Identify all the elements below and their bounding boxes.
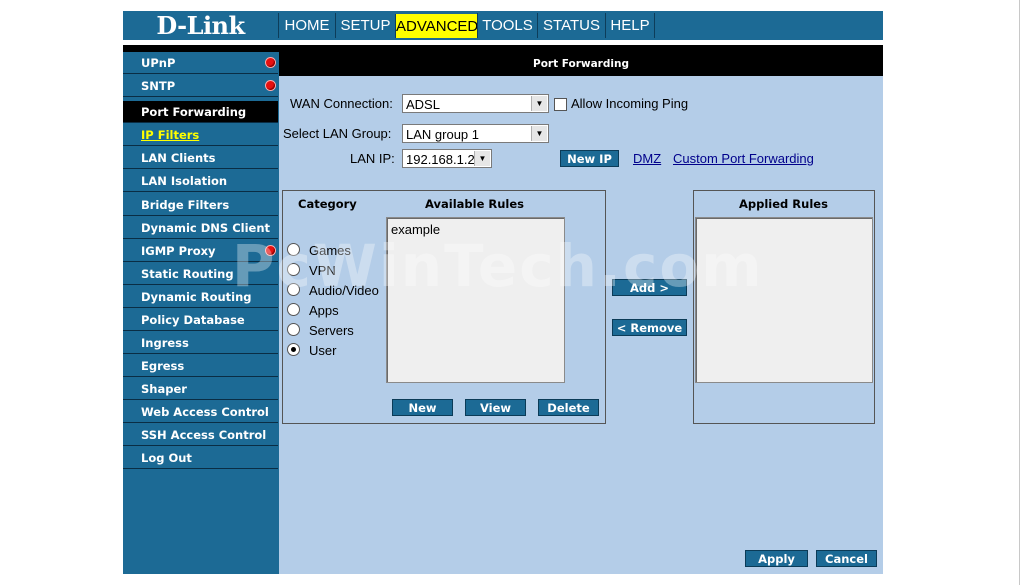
applied-rules-list[interactable] [695,217,873,383]
sidebar-item-ingress[interactable]: Ingress [123,332,278,354]
sidebar-item-label: UPnP [141,56,176,70]
radio-label-games: Games [309,243,351,258]
radio-label-user: User [309,343,337,358]
sidebar-item-static-routing[interactable]: Static Routing [123,263,278,285]
available-rules-header: Available Rules [425,197,524,211]
sidebar-item-sntp[interactable]: SNTP [123,75,278,97]
lan-ip-value: 192.168.1.2 [406,152,475,167]
sidebar-item-lan-clients[interactable]: LAN Clients [123,147,278,169]
radio-servers[interactable] [287,323,300,336]
sidebar-item-label: Log Out [141,451,192,465]
category-header: Category [298,197,357,211]
sidebar-item-port-forwarding[interactable]: Port Forwarding [123,101,278,123]
radio-label-vpn: VPN [309,263,336,278]
chevron-down-icon: ▼ [531,126,547,141]
sidebar-item-label: SNTP [141,79,176,93]
sidebar-item-igmp-proxy[interactable]: IGMP Proxy [123,240,278,262]
sidebar-item-label: Bridge Filters [141,198,230,212]
custom-port-forwarding-link[interactable]: Custom Port Forwarding [673,151,814,166]
lan-group-value: LAN group 1 [406,127,479,142]
dlink-logo: D-Link [123,11,278,40]
lan-ip-label: LAN IP: [350,151,395,166]
sidebar-item-upnp[interactable]: UPnP [123,52,278,74]
apply-button[interactable]: Apply [745,550,808,567]
page-title: Port Forwarding [279,52,883,76]
radio-label-apps: Apps [309,303,339,318]
sidebar-item-lan-isolation[interactable]: LAN Isolation [123,170,278,192]
sidebar-item-log-out[interactable]: Log Out [123,447,278,469]
sidebar-item-label: LAN Clients [141,151,216,165]
wan-connection-value: ADSL [406,97,440,112]
header-bar [123,45,883,52]
sidebar-item-dynamic-dns-client[interactable]: Dynamic DNS Client [123,217,278,239]
sidebar-item-label: Shaper [141,382,187,396]
sidebar-item-label: IGMP Proxy [141,244,216,258]
sidebar-item-bridge-filters[interactable]: Bridge Filters [123,194,278,216]
sidebar: UPnP SNTP Port Forwarding IP Filters LAN… [123,52,279,574]
remove-rule-button[interactable]: < Remove [612,319,687,336]
sidebar-item-label: LAN Isolation [141,174,228,188]
sidebar-item-shaper[interactable]: Shaper [123,378,278,400]
sidebar-item-label: Web Access Control [141,405,269,419]
chevron-down-icon: ▼ [531,96,547,111]
radio-vpn[interactable] [287,263,300,276]
view-rule-button[interactable]: View [465,399,526,416]
sidebar-item-dynamic-routing[interactable]: Dynamic Routing [123,286,278,308]
nav-tab-setup[interactable]: SETUP [335,13,395,38]
nav-tab-home[interactable]: HOME [278,13,335,38]
sidebar-item-label: Dynamic Routing [141,290,252,304]
top-nav: HOME SETUP ADVANCED TOOLS STATUS HELP [278,11,883,40]
lan-ip-select[interactable]: 192.168.1.2 ▼ [402,149,492,168]
add-rule-button[interactable]: Add > [612,279,687,296]
sidebar-item-label: IP Filters [141,128,200,142]
nav-tab-help[interactable]: HELP [605,13,655,38]
sidebar-item-ip-filters[interactable]: IP Filters [123,124,278,146]
wan-connection-label: WAN Connection: [290,96,393,111]
lan-group-select[interactable]: LAN group 1 ▼ [402,124,549,143]
sidebar-item-label: Ingress [141,336,189,350]
nav-tab-tools[interactable]: TOOLS [477,13,537,38]
status-dot-icon [266,58,275,67]
available-rules-list[interactable]: example [386,217,565,383]
allow-ping-label: Allow Incoming Ping [571,96,689,111]
dmz-link[interactable]: DMZ [633,151,661,166]
sidebar-item-label: Port Forwarding [141,105,247,119]
radio-label-servers: Servers [309,323,354,338]
window-edge [1019,0,1020,585]
delete-rule-button[interactable]: Delete [538,399,599,416]
sidebar-item-ssh-access-control[interactable]: SSH Access Control [123,424,278,446]
sidebar-item-label: SSH Access Control [141,428,267,442]
lan-group-label: Select LAN Group: [283,126,392,141]
radio-audio-video[interactable] [287,283,300,296]
sidebar-item-web-access-control[interactable]: Web Access Control [123,401,278,423]
wan-connection-select[interactable]: ADSL ▼ [402,94,549,113]
radio-label-audio-video: Audio/Video [309,283,379,298]
cancel-button[interactable]: Cancel [816,550,877,567]
list-item[interactable]: example [391,222,440,237]
sidebar-item-label: Policy Database [141,313,245,327]
sidebar-item-label: Egress [141,359,185,373]
nav-tab-advanced[interactable]: ADVANCED [395,14,478,38]
radio-games[interactable] [287,243,300,256]
applied-rules-header: Applied Rules [739,197,828,211]
radio-user[interactable] [287,343,300,356]
sidebar-item-policy-database[interactable]: Policy Database [123,309,278,331]
status-dot-icon [266,81,275,90]
chevron-down-icon: ▼ [474,151,490,166]
new-rule-button[interactable]: New [392,399,453,416]
allow-ping-checkbox[interactable] [554,98,567,111]
sidebar-item-label: Static Routing [141,267,234,281]
new-ip-button[interactable]: New IP [560,150,619,167]
nav-tab-status[interactable]: STATUS [537,13,605,38]
status-dot-icon [266,246,275,255]
radio-apps[interactable] [287,303,300,316]
sidebar-item-egress[interactable]: Egress [123,355,278,377]
sidebar-item-label: Dynamic DNS Client [141,221,270,235]
